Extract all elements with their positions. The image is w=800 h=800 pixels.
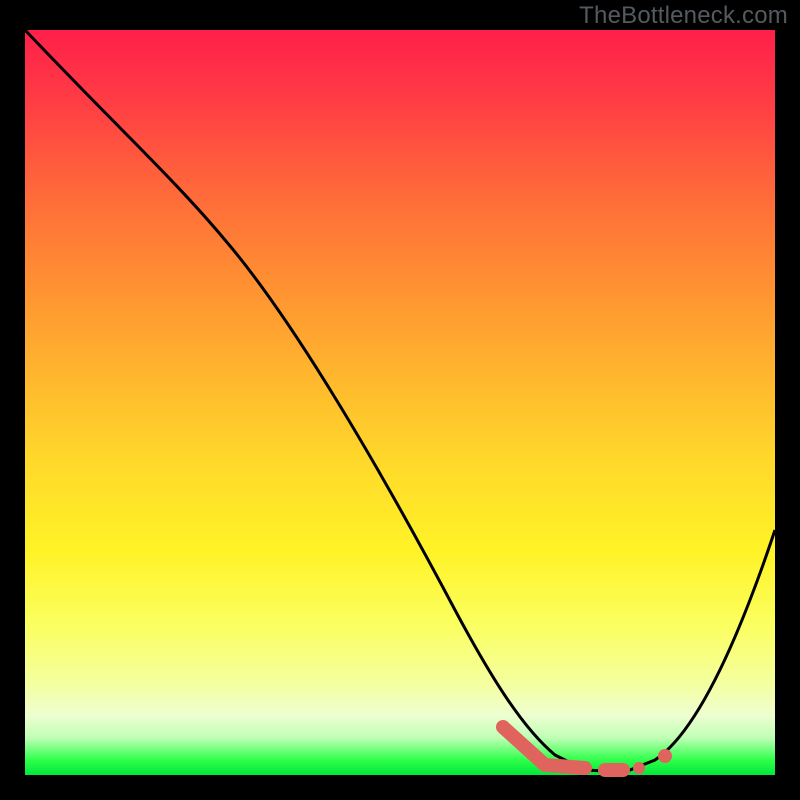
- highlight-dot-2: [658, 749, 672, 763]
- plot-area: [25, 30, 775, 775]
- bottleneck-curve: [25, 30, 775, 772]
- curve-svg: [25, 30, 775, 775]
- chart-canvas: TheBottleneck.com: [0, 0, 800, 800]
- highlight-segment-1: [503, 727, 585, 768]
- watermark-text: TheBottleneck.com: [579, 2, 788, 30]
- highlight-dot-1: [633, 762, 645, 774]
